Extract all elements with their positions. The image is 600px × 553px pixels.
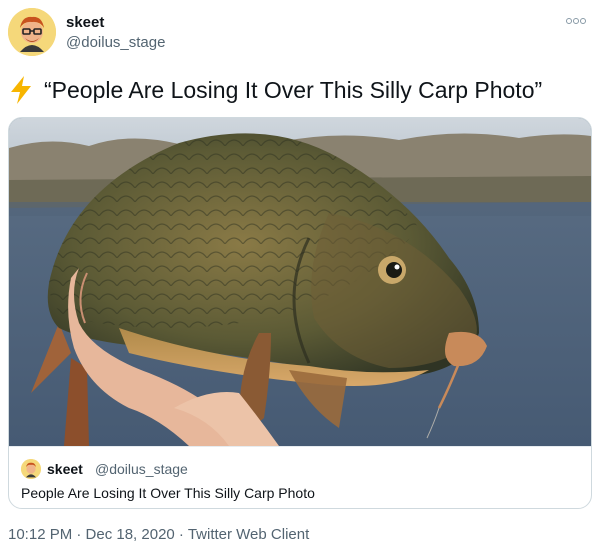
card-title: People Are Losing It Over This Silly Car… [21,485,315,501]
avatar[interactable] [8,8,56,56]
card-author-name: skeet [47,461,83,477]
tweet-text: “People Are Losing It Over This Silly Ca… [44,77,543,103]
card-meta[interactable]: skeet @doilus_stage People Are Losing It… [9,446,591,508]
card-author-handle: @doilus_stage [95,461,188,477]
dot [573,18,579,24]
avatar-cartoon-icon [21,459,41,479]
avatar-cartoon-icon [8,8,56,56]
dot [580,18,586,24]
carp-photo[interactable] [9,118,591,446]
author-handle[interactable]: @doilus_stage [66,34,165,51]
tweet-timestamp[interactable]: 10:12 PM · Dec 18, 2020 · Twitter Web Cl… [8,526,309,543]
link-card[interactable]: skeet @doilus_stage People Are Losing It… [8,117,592,509]
author-display-name[interactable]: skeet [66,14,104,31]
tweet-text-row: “People Are Losing It Over This Silly Ca… [8,75,542,105]
dot [566,18,572,24]
card-avatar [21,459,41,479]
lightning-bolt-icon [11,76,31,104]
more-options-icon[interactable] [566,14,586,28]
